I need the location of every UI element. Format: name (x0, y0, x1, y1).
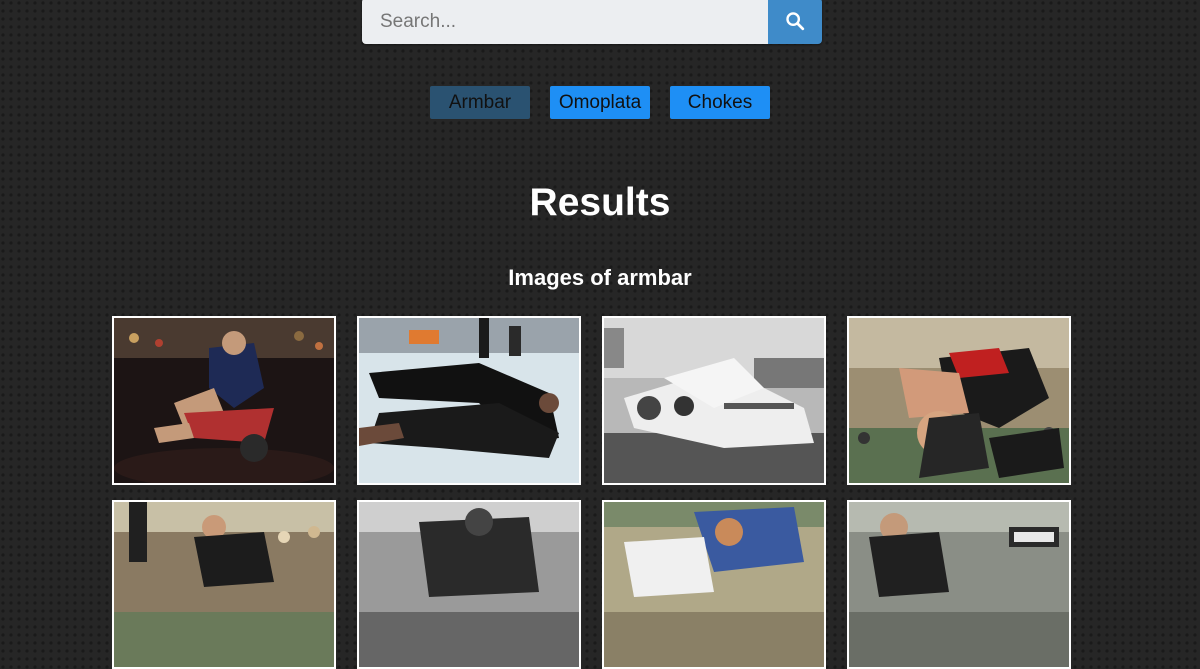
result-photo (114, 502, 334, 667)
tag-filter-bar: Armbar Omoplata Chokes (0, 86, 1200, 119)
result-photo (359, 502, 579, 667)
result-image[interactable] (602, 316, 826, 485)
search-input[interactable] (362, 0, 768, 44)
result-image[interactable] (112, 316, 336, 485)
result-photo (604, 502, 824, 667)
images-subheading: Images of armbar (508, 265, 692, 290)
result-photo (849, 502, 1069, 667)
result-image[interactable] (847, 500, 1071, 669)
result-photo (849, 318, 1069, 483)
result-photo (359, 318, 579, 483)
results-heading: Results (529, 181, 671, 224)
result-photo (114, 318, 334, 483)
result-image[interactable] (847, 316, 1071, 485)
result-image[interactable] (602, 500, 826, 669)
result-image[interactable] (357, 500, 581, 669)
search-button[interactable] (768, 0, 822, 44)
result-photo (604, 318, 824, 483)
result-image[interactable] (357, 316, 581, 485)
search-bar (362, 0, 822, 44)
tag-omoplata[interactable]: Omoplata (550, 86, 650, 119)
result-image[interactable] (112, 500, 336, 669)
tag-chokes[interactable]: Chokes (670, 86, 770, 119)
search-icon (786, 12, 805, 31)
tag-armbar[interactable]: Armbar (430, 86, 530, 119)
image-grid (112, 316, 1071, 669)
